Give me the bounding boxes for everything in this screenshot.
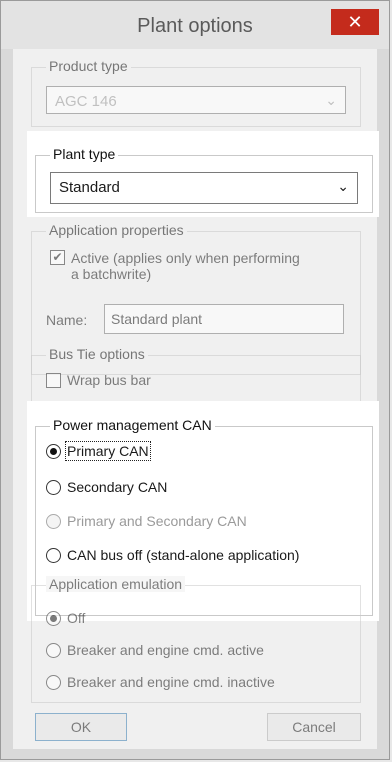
emulation-off-radio[interactable] xyxy=(46,610,61,626)
active-checkbox-row[interactable]: ✔ Active (applies only when performing a… xyxy=(50,250,300,282)
close-button[interactable]: ✕ xyxy=(331,9,379,35)
secondary-can-label: Secondary CAN xyxy=(67,479,168,495)
emulation-inactive-option[interactable]: Breaker and engine cmd. inactive xyxy=(46,674,275,690)
plant-type-panel: Plant type Standard ⌄ xyxy=(27,131,379,217)
chevron-down-icon: ⌄ xyxy=(325,92,337,108)
product-type-group: Product type AGC 146 ⌄ xyxy=(31,58,361,127)
name-value: Standard plant xyxy=(111,311,203,327)
name-field[interactable]: Standard plant xyxy=(104,304,344,334)
primary-secondary-can-label: Primary and Secondary CAN xyxy=(67,513,247,529)
ok-button[interactable]: OK xyxy=(35,713,127,741)
product-type-legend: Product type xyxy=(46,58,131,74)
emulation-active-label: Breaker and engine cmd. active xyxy=(67,642,264,658)
secondary-can-radio[interactable] xyxy=(46,479,61,495)
can-bus-off-label: CAN bus off (stand-alone application) xyxy=(67,547,300,563)
can-bus-off-option[interactable]: CAN bus off (stand-alone application) xyxy=(46,547,299,563)
plant-type-select[interactable]: Standard ⌄ xyxy=(50,172,358,204)
power-management-legend: Power management CAN xyxy=(50,417,215,433)
wrap-bus-bar-row[interactable]: Wrap bus bar xyxy=(46,372,151,388)
plant-type-value: Standard xyxy=(59,179,120,196)
bus-tie-legend: Bus Tie options xyxy=(46,346,148,362)
application-properties-legend: Application properties xyxy=(46,222,187,238)
emulation-inactive-label: Breaker and engine cmd. inactive xyxy=(67,674,275,690)
name-row: Name: xyxy=(46,312,87,328)
title-bar: Plant options ✕ xyxy=(1,1,389,49)
chevron-down-icon: ⌄ xyxy=(337,178,349,194)
application-emulation-group: Application emulation Off Breaker and en… xyxy=(31,576,361,703)
plant-type-legend: Plant type xyxy=(50,146,119,162)
active-checkbox[interactable]: ✔ xyxy=(50,250,65,265)
active-label-line1: Active (applies only when performing xyxy=(71,250,300,266)
plant-type-group: Plant type Standard ⌄ xyxy=(35,146,373,213)
name-label: Name: xyxy=(46,312,88,328)
product-type-value: AGC 146 xyxy=(55,93,117,110)
primary-can-radio[interactable] xyxy=(46,443,61,459)
emulation-inactive-radio[interactable] xyxy=(46,674,61,690)
primary-can-option[interactable]: Primary CAN xyxy=(46,441,151,461)
cancel-button[interactable]: Cancel xyxy=(267,713,361,741)
wrap-bus-bar-label: Wrap bus bar xyxy=(67,372,151,388)
emulation-off-label: Off xyxy=(67,610,86,626)
bus-tie-group: Bus Tie options Wrap bus bar xyxy=(31,346,361,405)
plant-options-dialog: Plant options ✕ Product type AGC 146 ⌄ P… xyxy=(0,0,390,760)
primary-secondary-can-option: Primary and Secondary CAN xyxy=(46,513,247,529)
dialog-body: Product type AGC 146 ⌄ Plant type Standa… xyxy=(13,49,379,749)
active-label-line2: a batchwrite) xyxy=(71,266,152,282)
can-bus-off-radio[interactable] xyxy=(46,547,61,563)
primary-can-label: Primary CAN xyxy=(65,441,151,461)
wrap-bus-bar-checkbox[interactable] xyxy=(46,372,61,388)
product-type-select: AGC 146 ⌄ xyxy=(46,86,346,114)
secondary-can-option[interactable]: Secondary CAN xyxy=(46,479,167,495)
emulation-active-option[interactable]: Breaker and engine cmd. active xyxy=(46,642,264,658)
close-icon: ✕ xyxy=(347,12,363,32)
emulation-off-option[interactable]: Off xyxy=(46,610,85,626)
application-emulation-legend: Application emulation xyxy=(46,576,186,592)
emulation-active-radio[interactable] xyxy=(46,642,61,658)
primary-secondary-can-radio xyxy=(46,513,61,529)
